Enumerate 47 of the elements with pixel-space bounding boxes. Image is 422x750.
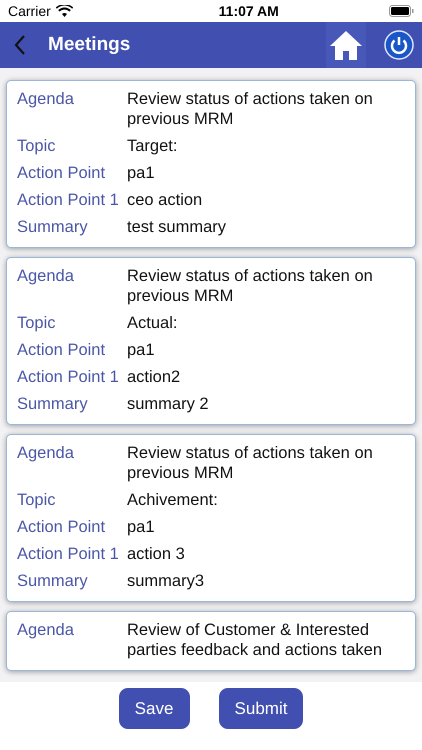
nav-title: Meetings: [48, 34, 130, 56]
field-label: Action Point 1: [16, 190, 120, 210]
meeting-card[interactable]: Agenda Review status of actions taken on previous MRM Topic Actual: Action Point pa1 Action Point 1 action2 Summary summary 2: [6, 257, 416, 425]
carrier-label: Carrier: [8, 3, 51, 19]
field-value: test summary: [127, 217, 228, 237]
field-value: Target:: [127, 136, 178, 156]
meeting-card[interactable]: Agenda Review status of actions taken on previous MRM Topic Target: Action Point pa1 Action Point 1 ceo action Summary test summary: [6, 80, 416, 248]
submit-button[interactable]: Submit: [218, 688, 304, 729]
field-label: Action Point 1: [16, 544, 120, 564]
field-label: Agenda: [16, 266, 75, 287]
field-label: Summary: [16, 394, 89, 414]
field-label: Action Point 1: [16, 367, 120, 387]
field-label: Action Point: [16, 340, 106, 360]
power-icon[interactable]: [384, 30, 414, 60]
field-value: pa1: [127, 163, 156, 183]
field-value: ceo action: [127, 190, 204, 210]
meeting-card[interactable]: Agenda Review of Customer & Interested parties feedback and actions taken: [6, 611, 416, 671]
back-icon[interactable]: [14, 34, 26, 56]
field-label: Summary: [16, 571, 89, 591]
field-label: Agenda: [16, 443, 75, 464]
battery-icon: [389, 5, 414, 17]
field-value: pa1: [127, 340, 156, 360]
field-value: action 3: [127, 544, 186, 564]
wifi-icon: [56, 5, 73, 17]
field-label: Action Point: [16, 517, 106, 537]
field-value: Review status of actions taken on previous MRM: [127, 266, 374, 306]
field-value: summary3: [127, 571, 206, 591]
field-value: Review status of actions taken on previous MRM: [127, 443, 374, 483]
field-label: Agenda: [16, 620, 75, 641]
field-label: Topic: [16, 136, 57, 156]
field-value: action2: [127, 367, 182, 387]
field-value: Achivement:: [127, 490, 219, 510]
field-label: Topic: [16, 313, 57, 333]
status-time: 11:07 AM: [218, 3, 280, 19]
field-value: Review of Customer & Interested parties feedback and actions taken: [127, 620, 384, 660]
field-value: Review status of actions taken on previous MRM: [127, 89, 374, 129]
home-button[interactable]: [326, 22, 366, 68]
field-label: Action Point: [16, 163, 106, 183]
field-value: pa1: [127, 517, 156, 537]
field-label: Topic: [16, 490, 57, 510]
field-value: Actual:: [127, 313, 178, 333]
home-icon: [329, 30, 363, 60]
field-label: Agenda: [16, 89, 75, 110]
save-button[interactable]: Save: [118, 688, 190, 729]
field-label: Summary: [16, 217, 89, 237]
meeting-card[interactable]: Agenda Review status of actions taken on previous MRM Topic Achivement: Action Point pa1 Action Point 1 action 3 Summary summary3: [6, 434, 416, 602]
field-value: summary 2: [127, 394, 210, 414]
